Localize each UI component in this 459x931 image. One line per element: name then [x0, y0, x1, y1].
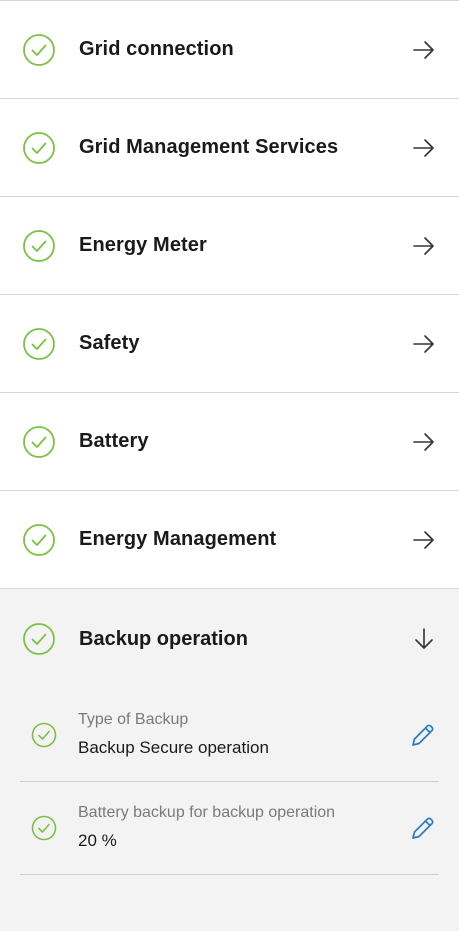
arrow-right-icon[interactable] — [411, 527, 437, 553]
setting-battery-backup: Battery backup for backup operation 20 % — [20, 782, 439, 875]
pencil-icon[interactable] — [409, 814, 437, 842]
check-circle-icon — [23, 327, 55, 360]
pencil-icon[interactable] — [409, 721, 437, 749]
section-safety[interactable]: Safety — [0, 295, 459, 393]
section-label: Grid connection — [79, 38, 234, 60]
setting-value: Backup Secure operation — [78, 738, 269, 757]
check-circle-icon — [23, 523, 55, 556]
section-grid-management-services[interactable]: Grid Management Services — [0, 99, 459, 197]
section-battery[interactable]: Battery — [0, 393, 459, 491]
section-label: Grid Management Services — [79, 136, 339, 158]
setting-texts: Type of Backup Backup Secure operation — [78, 709, 409, 761]
section-grid-connection[interactable]: Grid connection — [0, 1, 459, 99]
setting-label: Battery backup for backup operation — [78, 804, 336, 821]
section-backup-operation[interactable]: Backup operation — [0, 589, 459, 689]
section-energy-management[interactable]: Energy Management — [0, 491, 459, 589]
section-label: Safety — [79, 332, 140, 354]
check-circle-icon — [31, 815, 57, 841]
arrow-right-icon[interactable] — [411, 331, 437, 357]
section-energy-meter[interactable]: Energy Meter — [0, 197, 459, 295]
section-label: Backup operation — [79, 627, 248, 650]
setting-value: 20 % — [78, 831, 117, 850]
check-circle-icon — [31, 722, 57, 748]
arrow-right-icon[interactable] — [411, 37, 437, 63]
check-circle-icon — [23, 33, 55, 66]
arrow-down-icon[interactable] — [411, 626, 437, 652]
settings-list: Grid connection Grid Management Services… — [0, 0, 459, 931]
section-label: Energy Meter — [79, 234, 207, 256]
check-circle-icon — [23, 229, 55, 262]
section-label: Battery — [79, 430, 149, 452]
arrow-right-icon[interactable] — [411, 429, 437, 455]
check-circle-icon — [23, 623, 55, 655]
setting-label: Type of Backup — [78, 711, 189, 728]
setting-type-of-backup: Type of Backup Backup Secure operation — [20, 689, 439, 782]
section-label: Energy Management — [79, 528, 277, 550]
check-circle-icon — [23, 131, 55, 164]
arrow-right-icon[interactable] — [411, 233, 437, 259]
section-backup-operation-expanded: Backup operation Type of Backup Backup S… — [0, 589, 459, 931]
arrow-right-icon[interactable] — [411, 135, 437, 161]
check-circle-icon — [23, 425, 55, 458]
setting-texts: Battery backup for backup operation 20 % — [78, 802, 409, 854]
